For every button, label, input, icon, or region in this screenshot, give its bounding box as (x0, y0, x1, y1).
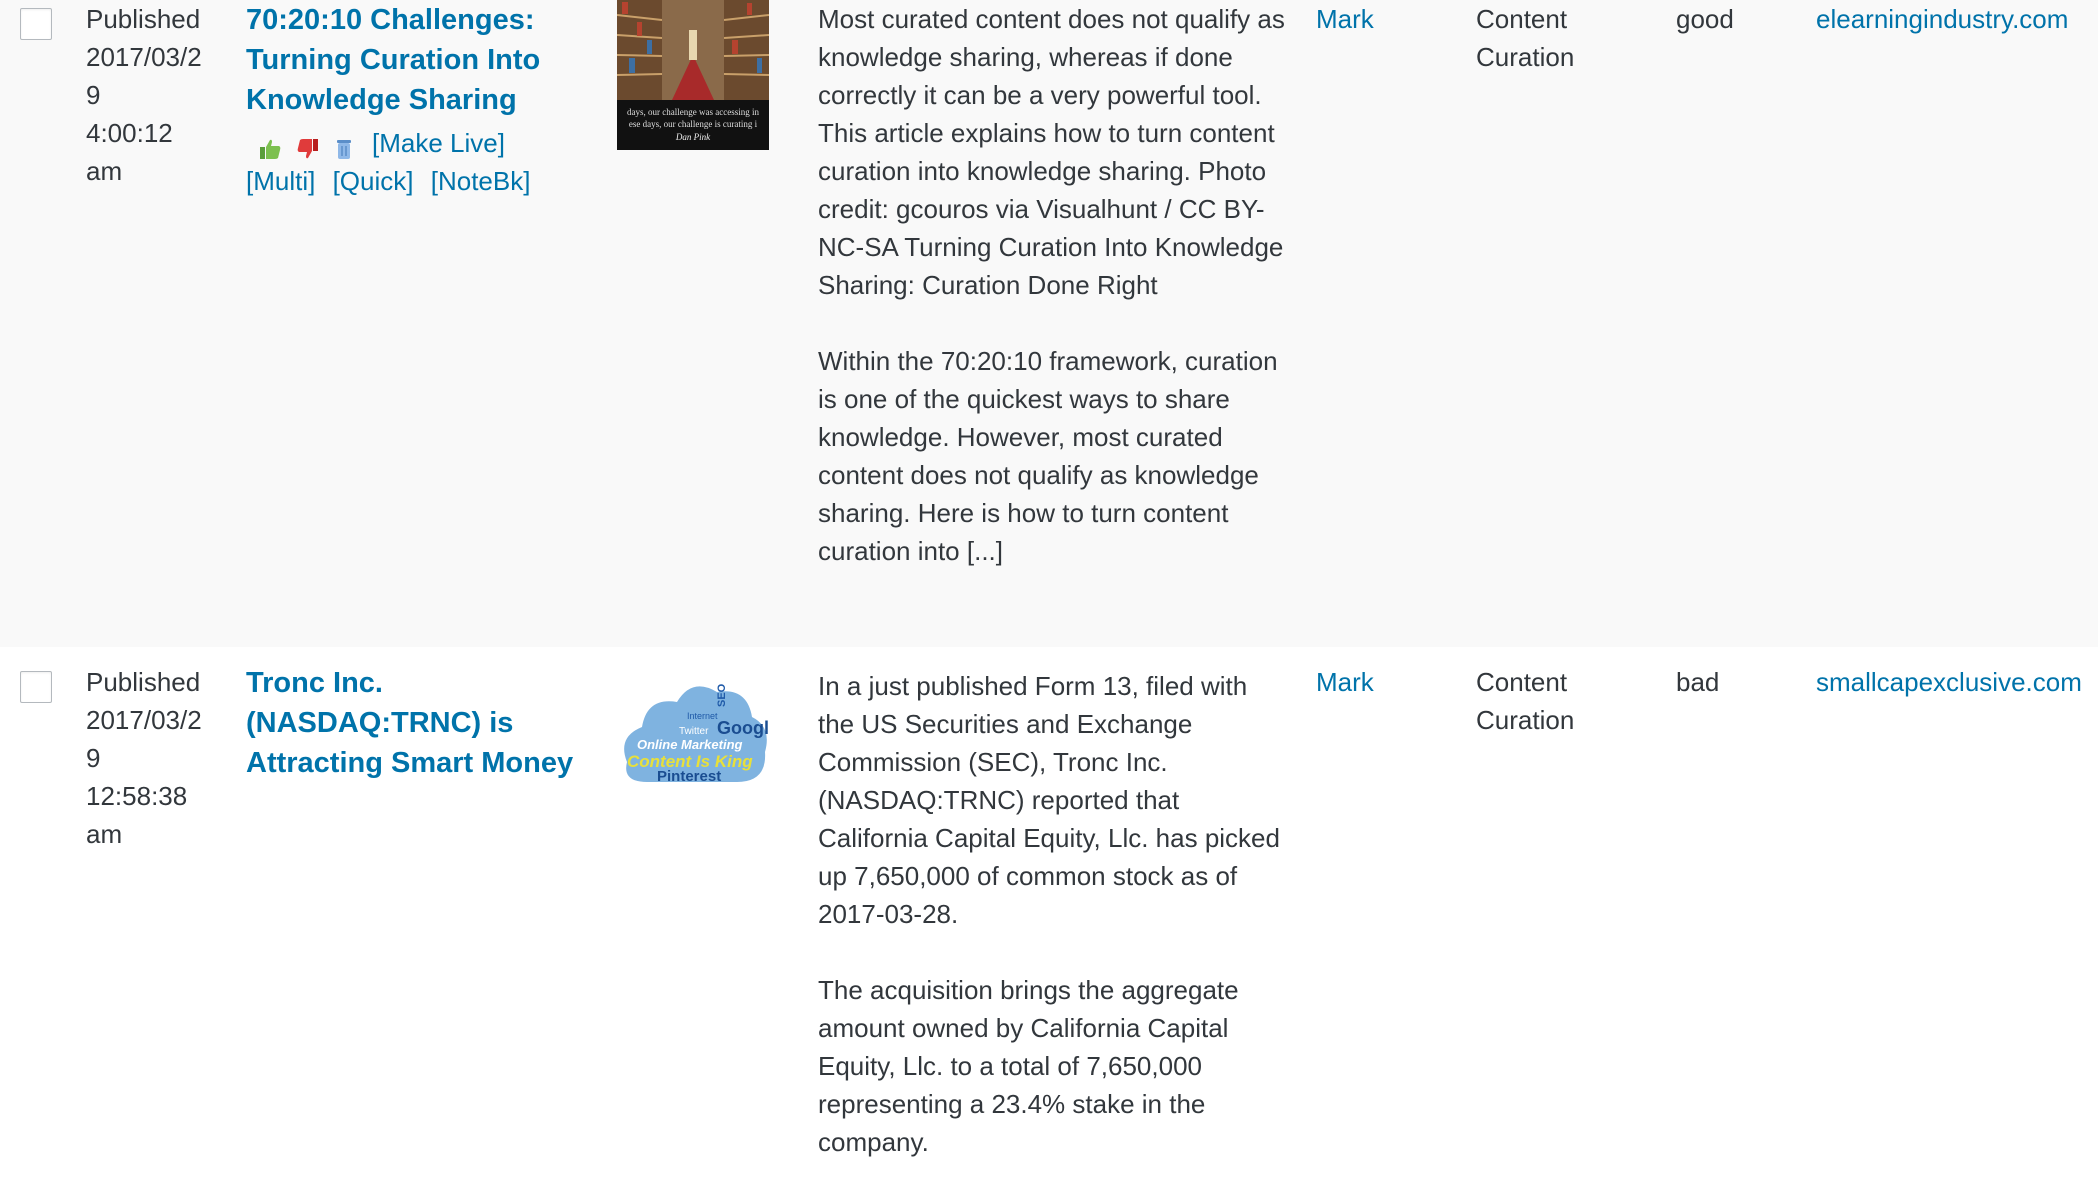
quick-link[interactable]: [Quick] (333, 166, 414, 196)
post-status: Published 2017/03/29 4:00:12 am (86, 4, 202, 186)
trash-icon[interactable] (334, 133, 358, 160)
post-thumbnail[interactable]: Internet SEO Twitter Google Online Marke… (617, 677, 779, 797)
post-title-link[interactable]: Tronc Inc. (NASDAQ:TRNC) is Attracting S… (246, 663, 586, 783)
post-excerpt: Most curated content does not qualify as… (818, 0, 1288, 608)
thumbs-up-icon[interactable] (258, 133, 282, 160)
excerpt-paragraph: Within the 70:20:10 framework, curation … (818, 346, 1278, 566)
post-rating: good (1676, 4, 1734, 34)
table-row: Published 2017/03/29 12:58:38 am Tronc I… (0, 647, 2098, 1170)
post-domain-link[interactable]: elearningindustry.com (1816, 0, 2091, 38)
row-checkbox[interactable] (20, 8, 52, 40)
thumbnail-caption-author: Dan Pink (675, 132, 711, 142)
post-title-cell: Tronc Inc. (NASDAQ:TRNC) is Attracting S… (246, 663, 586, 783)
thumbnail-caption-line-1: days, our challenge was accessing in (627, 107, 759, 117)
table-row: Published 2017/03/29 4:00:12 am 70:20:10… (0, 0, 2098, 647)
post-category: Content Curation (1476, 4, 1575, 72)
thumbnail-word-seo: SEO (716, 683, 728, 707)
post-category: Content Curation (1476, 667, 1575, 735)
row-checkbox[interactable] (20, 671, 52, 703)
excerpt-paragraph: The acquisition brings the aggregate amo… (818, 975, 1239, 1157)
post-title-link[interactable]: 70:20:10 Challenges: Turning Curation In… (246, 0, 586, 120)
notebook-link[interactable]: [NoteBk] (431, 166, 531, 196)
post-author-link[interactable]: Mark (1316, 0, 1374, 38)
post-thumbnail[interactable]: days, our challenge was accessing in ese… (617, 0, 769, 150)
post-excerpt: In a just published Form 13, filed with … (818, 667, 1288, 1199)
thumbs-down-icon[interactable] (296, 133, 320, 159)
excerpt-paragraph: In a just published Form 13, filed with … (818, 671, 1280, 929)
thumbnail-word-online-marketing: Online Marketing (637, 737, 743, 752)
thumbnail-word-internet: Internet (687, 711, 718, 721)
post-status: Published 2017/03/29 12:58:38 am (86, 667, 202, 849)
excerpt-paragraph: Most curated content does not qualify as… (818, 4, 1285, 300)
row-actions: [Make Live] [Multi] [Quick] [NoteBk] (246, 124, 586, 200)
post-title-cell: 70:20:10 Challenges: Turning Curation In… (246, 0, 586, 200)
thumbnail-word-twitter: Twitter (679, 726, 709, 737)
posts-table: Published 2017/03/29 4:00:12 am 70:20:10… (0, 0, 2098, 1170)
thumbnail-caption-line-2: ese days, our challenge is curating i (629, 119, 758, 129)
post-domain-link[interactable]: smallcapexclusive.com (1816, 663, 2091, 701)
post-rating: bad (1676, 667, 1720, 697)
thumbnail-word-pinterest: Pinterest (657, 768, 721, 785)
multi-link[interactable]: [Multi] (246, 166, 315, 196)
post-author-link[interactable]: Mark (1316, 663, 1374, 701)
thumbnail-word-google: Google (717, 718, 769, 738)
make-live-link[interactable]: [Make Live] (372, 128, 505, 158)
